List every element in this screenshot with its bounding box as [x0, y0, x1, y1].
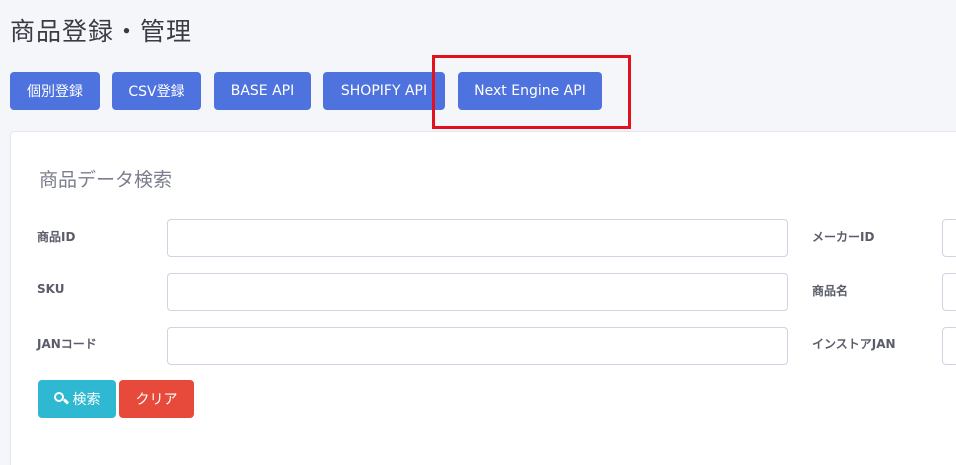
search-button-label: 検索 [72, 392, 101, 408]
sku-label: SKU [37, 282, 65, 296]
product-name-input[interactable] [942, 273, 956, 311]
clear-button[interactable]: クリア [119, 380, 194, 418]
search-card: 商品データ検索 商品ID メーカーID SKU 商品名 JANコード インストア… [10, 131, 956, 465]
page-title: 商品登録・管理 [10, 17, 193, 46]
product-id-label: 商品ID [37, 230, 76, 244]
individual-register-button[interactable]: 個別登録 [10, 72, 100, 110]
shopify-api-button[interactable]: SHOPIFY API [323, 72, 445, 110]
instore-jan-label: インストアJAN [812, 337, 896, 351]
sku-input[interactable] [167, 273, 788, 311]
base-api-button[interactable]: BASE API [214, 72, 311, 110]
instore-jan-input[interactable] [942, 327, 956, 365]
highlight-annotation-box [432, 55, 631, 129]
maker-id-input[interactable] [942, 219, 956, 257]
maker-id-label: メーカーID [812, 230, 875, 244]
jan-code-label: JANコード [37, 337, 97, 351]
jan-code-input[interactable] [167, 327, 788, 365]
search-button[interactable]: 検索 [38, 380, 116, 418]
csv-register-button[interactable]: CSV登録 [112, 72, 201, 110]
product-id-input[interactable] [167, 219, 788, 257]
search-card-title: 商品データ検索 [39, 169, 173, 191]
search-icon [53, 392, 69, 406]
product-name-label: 商品名 [812, 284, 849, 298]
